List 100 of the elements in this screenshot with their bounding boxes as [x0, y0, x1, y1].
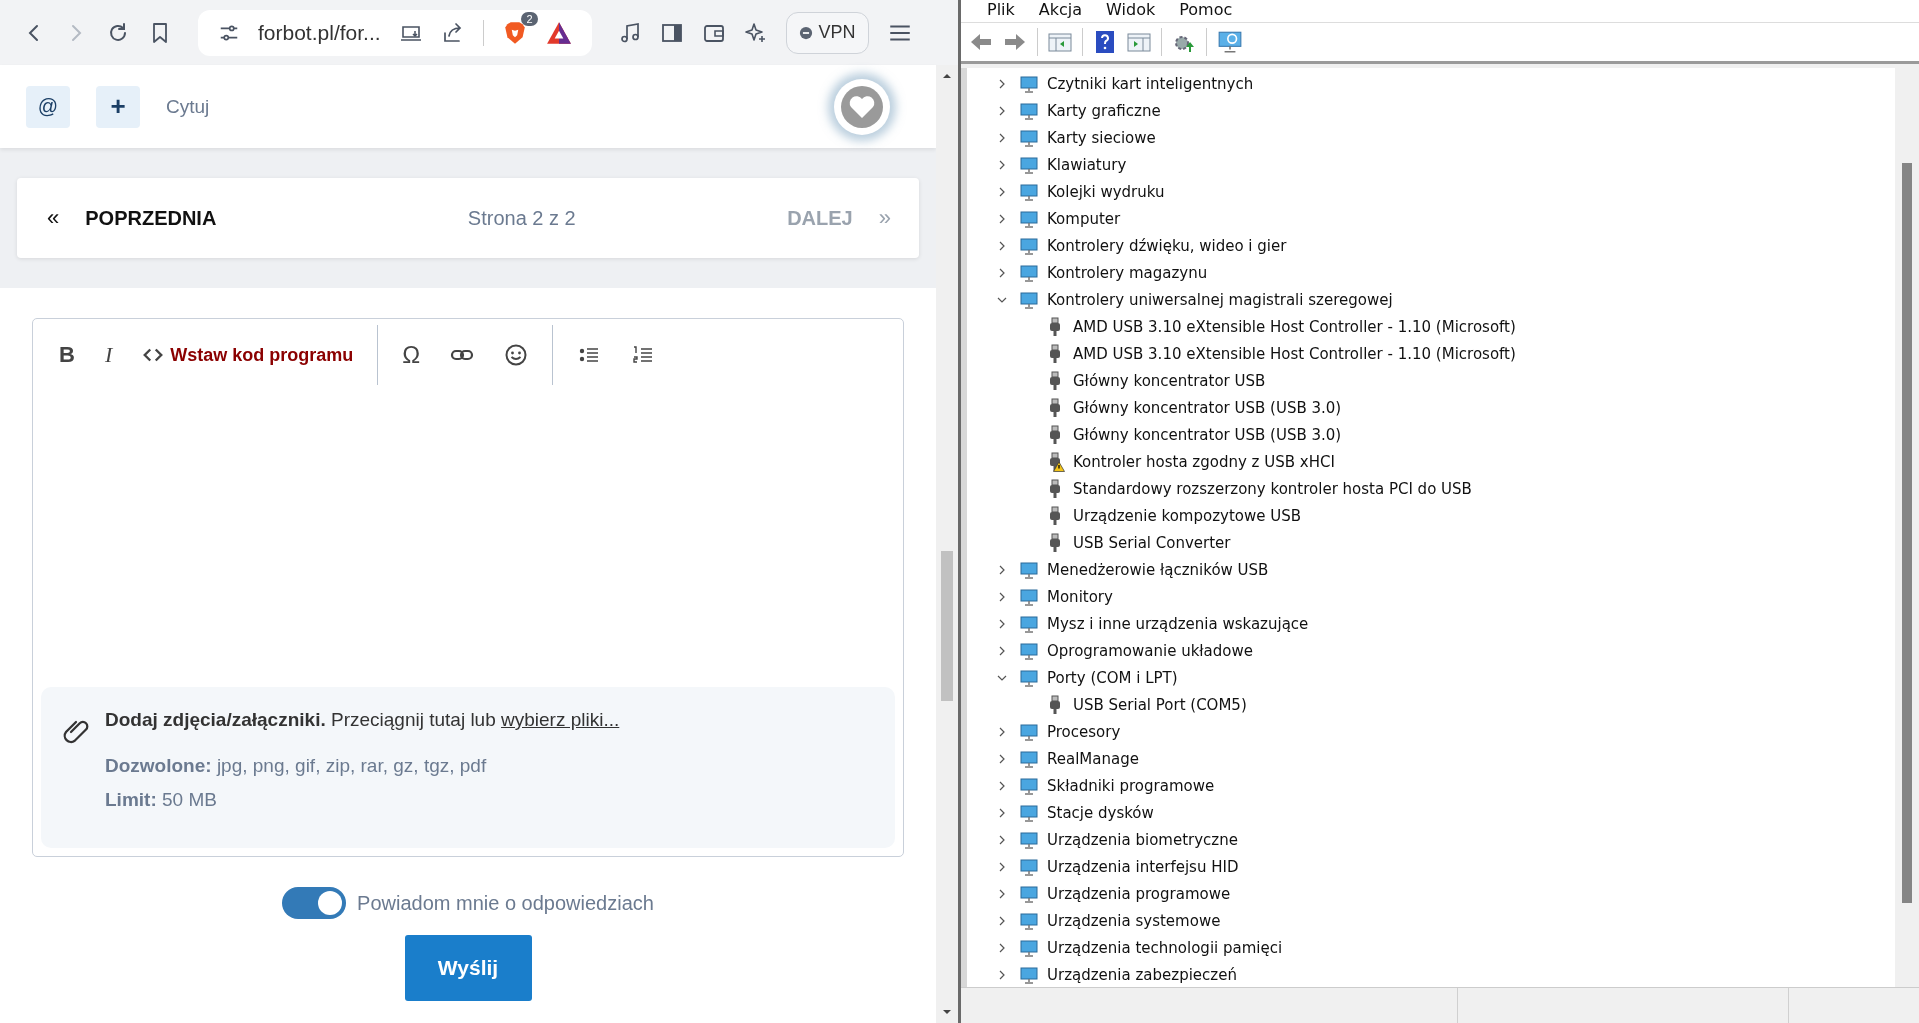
vpn-button[interactable]: VPN: [785, 11, 869, 54]
mention-button[interactable]: @: [26, 85, 70, 128]
quote-button[interactable]: Cytuj: [166, 95, 210, 118]
device-item[interactable]: AMD USB 3.10 eXtensible Host Controller - 1.10 (Microsoft): [967, 313, 1895, 340]
device-category[interactable]: Urządzenia technologii pamięci: [967, 934, 1895, 961]
chevron-icon[interactable]: [997, 645, 1007, 656]
monitor-icon: [1019, 586, 1039, 607]
chevron-icon[interactable]: [997, 942, 1007, 953]
smiley-icon[interactable]: [504, 343, 529, 367]
device-category[interactable]: Stacje dysków: [967, 799, 1895, 826]
monitor-magnifier-icon[interactable]: [1217, 29, 1243, 55]
device-category[interactable]: Procesory: [967, 718, 1895, 745]
minus-circle-icon: [798, 25, 813, 40]
device-category[interactable]: Czytniki kart inteligentnych: [967, 70, 1895, 97]
chevron-icon[interactable]: [997, 888, 1007, 899]
chevron-icon[interactable]: [997, 969, 1007, 980]
chevron-icon[interactable]: [997, 132, 1007, 143]
device-item[interactable]: Główny koncentrator USB (USB 3.0): [967, 394, 1895, 421]
scroll-up-icon[interactable]: [942, 71, 952, 81]
menu-item[interactable]: Widok: [1094, 0, 1168, 22]
menu-item[interactable]: Plik: [975, 0, 1027, 22]
notify-toggle[interactable]: [282, 887, 347, 919]
chevron-icon[interactable]: [997, 591, 1007, 602]
device-item[interactable]: Główny koncentrator USB: [967, 367, 1895, 394]
monitor-icon: [1019, 748, 1039, 769]
device-item[interactable]: Główny koncentrator USB (USB 3.0): [967, 421, 1895, 448]
menu-item[interactable]: Akcja: [1026, 0, 1095, 22]
choose-files-link[interactable]: wybierz pliki...: [501, 709, 620, 730]
attachment-instructions: Dodaj zdjęcia/załączniki. Przeciągnij tutaj lub wybierz pliki...: [105, 709, 620, 731]
like-button[interactable]: [834, 78, 890, 135]
chevron-icon[interactable]: [997, 834, 1007, 845]
bold-button[interactable]: B: [59, 342, 75, 368]
monitor-icon: [1019, 964, 1039, 985]
device-category[interactable]: Urządzenia systemowe: [967, 907, 1895, 934]
sparkle-icon[interactable]: [743, 20, 768, 45]
monitor-icon: [1019, 640, 1039, 661]
page-scrollbar[interactable]: [936, 65, 958, 1023]
device-category[interactable]: Komputer: [967, 205, 1895, 232]
device-category[interactable]: Karty graficzne: [967, 97, 1895, 124]
notification-badge: 2: [521, 11, 538, 26]
chevron-icon[interactable]: [997, 780, 1007, 791]
page-indicator: Strona 2 z 2: [467, 206, 576, 230]
editor-box[interactable]: B I Wstaw kod programu Ω Dodaj zdjęcia/załączniki. Przeciągnij tutaj lub wybierz pliki... Dozwolone: jpg, png, gif, zip, rar, gz, tgz, pdf Limit: 50 MB: [32, 318, 904, 857]
device-item[interactable]: AMD USB 3.10 eXtensible Host Controller - 1.10 (Microsoft): [967, 340, 1895, 367]
monitor-icon: [1019, 937, 1039, 958]
menu-item[interactable]: Pomoc: [1167, 0, 1245, 22]
address-bar[interactable]: forbot.pl/for... 2: [198, 9, 592, 56]
chevron-icon[interactable]: [997, 807, 1007, 818]
device-category[interactable]: Mysz i inne urządzenia wskazujące: [967, 610, 1895, 637]
device-item[interactable]: USB Serial Converter: [967, 529, 1895, 556]
chevron-icon[interactable]: [997, 861, 1007, 872]
italic-button[interactable]: I: [104, 342, 113, 368]
device-category[interactable]: Urządzenia biometryczne: [967, 826, 1895, 853]
device-category[interactable]: Kontrolery uniwersalnej magistrali szeregowej: [967, 286, 1895, 313]
device-category[interactable]: Menedżerowie łączników USB: [967, 556, 1895, 583]
chevron-icon[interactable]: [997, 564, 1007, 575]
device-item[interactable]: Urządzenie kompozytowe USB: [967, 502, 1895, 529]
device-category[interactable]: Kolejki wydruku: [967, 178, 1895, 205]
device-category[interactable]: Urządzenia zabezpieczeń: [967, 961, 1895, 987]
chevron-icon[interactable]: [997, 240, 1007, 251]
chevron-icon[interactable]: [997, 726, 1007, 737]
monitor-icon: [1019, 208, 1039, 229]
tree-scrollbar[interactable]: [1895, 68, 1919, 987]
previous-page-link[interactable]: « POPRZEDNIA: [47, 205, 217, 231]
chevron-icon[interactable]: [997, 915, 1007, 926]
special-character-button[interactable]: Ω: [402, 341, 421, 369]
device-item[interactable]: Kontroler hosta zgodny z USB xHCI: [967, 448, 1895, 475]
chevron-icon[interactable]: [997, 159, 1007, 170]
chevron-icon[interactable]: [997, 618, 1007, 629]
device-category[interactable]: Kontrolery dźwięku, wideo i gier: [967, 232, 1895, 259]
send-button[interactable]: Wyślij: [404, 935, 532, 1001]
device-category[interactable]: Urządzenia programowe: [967, 880, 1895, 907]
add-button[interactable]: +: [96, 85, 140, 128]
help-icon[interactable]: [1093, 30, 1117, 54]
device-category[interactable]: RealManage: [967, 745, 1895, 772]
device-item[interactable]: USB Serial Port (COM5): [967, 691, 1895, 718]
monitor-icon: [1019, 289, 1039, 310]
chevron-icon[interactable]: [997, 105, 1007, 116]
chevron-icon[interactable]: [997, 753, 1007, 764]
device-category[interactable]: Oprogramowanie układowe: [967, 637, 1895, 664]
device-category[interactable]: Porty (COM i LPT): [967, 664, 1895, 691]
scrollbar-thumb[interactable]: [941, 551, 953, 701]
monitor-icon: [1019, 667, 1039, 688]
chevron-icon[interactable]: [997, 213, 1007, 224]
device-category[interactable]: Urządzenia interfejsu HID: [967, 853, 1895, 880]
chevron-icon[interactable]: [997, 267, 1007, 278]
device-category[interactable]: Składniki programowe: [967, 772, 1895, 799]
scroll-down-icon[interactable]: [942, 1007, 952, 1017]
device-category[interactable]: Klawiatury: [967, 151, 1895, 178]
monitor-icon: [1019, 802, 1039, 823]
monitor-icon: [1019, 721, 1039, 742]
device-category[interactable]: Monitory: [967, 583, 1895, 610]
monitor-icon: [1019, 829, 1039, 850]
device-item[interactable]: Standardowy rozszerzony kontroler hosta PCI do USB: [967, 475, 1895, 502]
device-category[interactable]: Karty sieciowe: [967, 124, 1895, 151]
chevron-icon[interactable]: [997, 186, 1007, 197]
device-category[interactable]: Kontrolery magazynu: [967, 259, 1895, 286]
chevron-icon[interactable]: [997, 78, 1007, 89]
insert-code-button[interactable]: Wstaw kod programu: [142, 344, 354, 366]
scrollbar-thumb[interactable]: [1902, 163, 1912, 903]
